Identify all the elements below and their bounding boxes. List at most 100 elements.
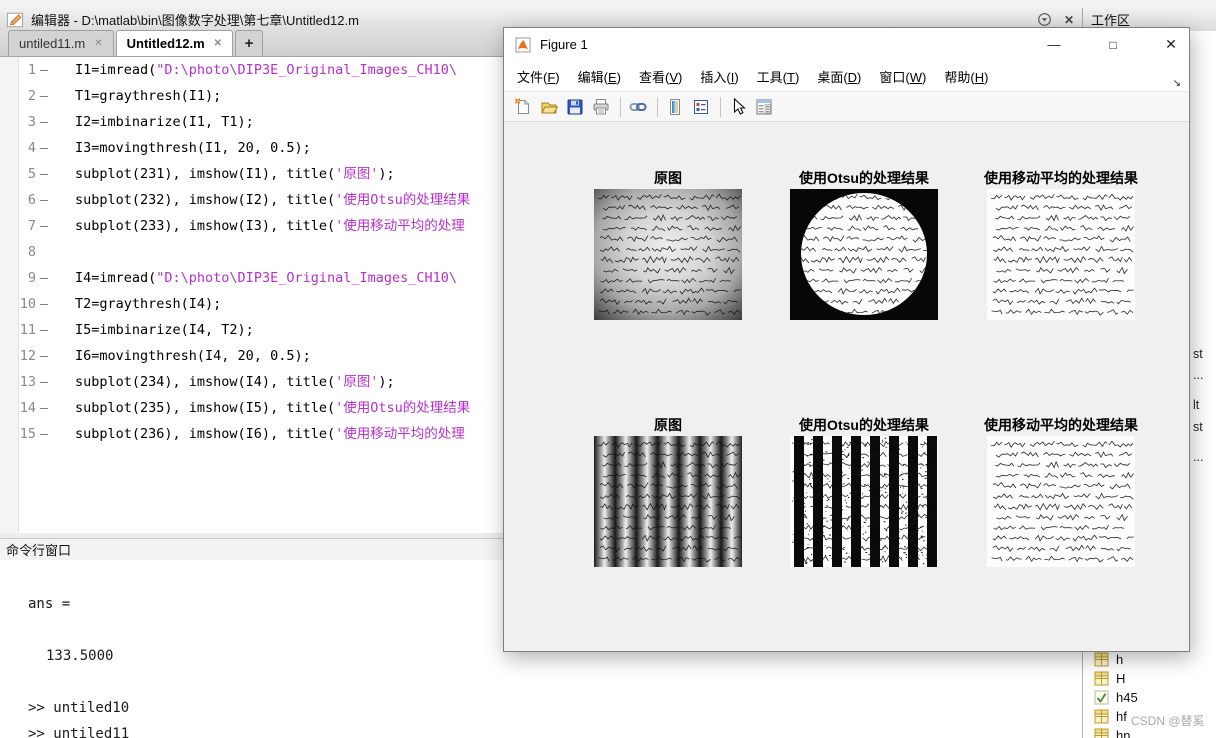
clipped-text-fragment: ... xyxy=(1193,368,1204,382)
line-dash: – xyxy=(39,114,49,130)
clipped-text-fragment: ... xyxy=(1193,450,1204,464)
subplot-title: 使用Otsu的处理结果 xyxy=(799,170,929,186)
menu-item-d[interactable]: 桌面(D) xyxy=(808,67,870,86)
new-figure-button[interactable] xyxy=(511,95,535,119)
code-text: subplot(231), imshow(I1), title('原图'); xyxy=(75,166,395,182)
line-dash: – xyxy=(39,166,49,182)
workspace-variable-row[interactable]: hf xyxy=(1083,707,1127,726)
line-dash: – xyxy=(39,400,49,416)
new-tab-button[interactable]: + xyxy=(235,30,264,56)
matrix-icon xyxy=(1094,652,1109,667)
figure-titlebar[interactable]: Figure 1 — □ ✕ xyxy=(504,28,1189,61)
menu-item-f[interactable]: 文件(F) xyxy=(508,67,569,86)
subplot-title: 原图 xyxy=(654,417,682,433)
subplot-1: 原图 xyxy=(594,168,742,320)
editor-tab-untiled11-m[interactable]: untiled11.m ✕ xyxy=(8,30,114,56)
close-button[interactable]: ✕ xyxy=(1154,28,1188,61)
code-line: 15– subplot(236), imshow(I6), title('使用移动… xyxy=(0,421,470,447)
tab-close-icon[interactable]: ✕ xyxy=(94,38,102,49)
editor-tab-Untitled12-m[interactable]: Untitled12.m ✕ xyxy=(115,30,234,56)
menu-item-w[interactable]: 窗口(W) xyxy=(870,67,935,86)
toolbar-separator xyxy=(720,96,721,117)
subplot-3: 使用移动平均的处理结果 xyxy=(984,168,1138,320)
clipped-text-fragment: st xyxy=(1193,420,1203,434)
property-inspector-button[interactable] xyxy=(752,95,776,119)
code-line: 14– subplot(235), imshow(I5), title('使用Ot… xyxy=(0,395,471,421)
new-figure-icon xyxy=(514,97,529,114)
insert-colorbar-icon xyxy=(670,98,680,115)
code-text: I6=movingthresh(I4, 20, 0.5); xyxy=(75,348,311,364)
code-text: I3=movingthresh(I1, 20, 0.5); xyxy=(75,140,311,156)
code-text: subplot(233), imshow(I3), title('使用移动平均的… xyxy=(75,218,465,234)
figure-menubar: 文件(F) 编辑(E) 查看(V) 插入(I) 工具(T) 桌面(D) 窗口(W) 帮助(H) xyxy=(504,61,1189,92)
maximize-button[interactable]: □ xyxy=(1096,28,1130,61)
open-file-button[interactable] xyxy=(537,95,561,119)
line-number: 3 xyxy=(27,114,36,130)
subplot-image-stripes xyxy=(594,436,742,567)
matlab-figure-icon xyxy=(515,37,531,53)
code-line: 12– I6=movingthresh(I4, 20, 0.5); xyxy=(0,343,470,369)
line-number: 5 xyxy=(27,166,36,182)
clipped-text-fragment: lt xyxy=(1193,398,1200,412)
print-figure-button[interactable] xyxy=(589,95,613,119)
tab-close-icon[interactable]: ✕ xyxy=(214,38,222,49)
workspace-variable-row[interactable]: h45 xyxy=(1083,688,1138,707)
code-line: 1– I1=imread("D:\photo\DIP3E_Original_Ima… xyxy=(0,57,470,83)
subplot-image-otsu xyxy=(790,189,938,320)
save-figure-icon xyxy=(567,99,583,114)
menu-item-i[interactable]: 插入(I) xyxy=(691,67,747,86)
save-figure-button[interactable] xyxy=(563,95,587,119)
tab-label: Untitled12.m xyxy=(126,36,205,51)
line-number: 2 xyxy=(27,88,36,104)
code-text: T2=graythresh(I4); xyxy=(75,296,222,312)
link-plot-button[interactable] xyxy=(626,95,650,119)
subplot-5: 使用Otsu的处理结果 xyxy=(790,415,938,567)
command-line: ans = xyxy=(28,596,71,612)
line-dash: – xyxy=(39,270,49,286)
menu-item-t[interactable]: 工具(T) xyxy=(748,67,809,86)
code-line: 6– subplot(232), imshow(I2), title('使用Ots… xyxy=(0,187,470,213)
workspace-variable-row[interactable]: hn xyxy=(1083,726,1130,738)
subplot-title: 原图 xyxy=(654,170,682,186)
line-number: 10 xyxy=(19,296,36,312)
command-line: >> untiled11 xyxy=(28,726,130,738)
toolbar-separator xyxy=(657,96,658,117)
minimize-button[interactable]: — xyxy=(1037,28,1071,61)
code-text: subplot(234), imshow(I4), title('原图'); xyxy=(75,374,395,390)
panel-close-icon[interactable]: ✕ xyxy=(1061,12,1077,28)
code-text: subplot(235), imshow(I5), title('使用Otsu的… xyxy=(75,400,471,416)
workspace-variable-row[interactable]: H xyxy=(1083,669,1125,688)
matrix-icon xyxy=(1094,709,1109,724)
checked-variable-icon xyxy=(1094,690,1109,705)
menu-item-h[interactable]: 帮助(H) xyxy=(935,67,997,86)
line-dash: – xyxy=(39,88,49,104)
csdn-watermark: CSDN @替奚 xyxy=(1131,714,1205,728)
code-text: I2=imbinarize(I1, T1); xyxy=(75,114,254,130)
subplot-title: 使用移动平均的处理结果 xyxy=(984,417,1138,433)
editor-title: 编辑器 - D:\matlab\bin\图像数字处理\第七章\Untitled1… xyxy=(31,13,359,28)
insert-colorbar-button[interactable] xyxy=(663,95,687,119)
insert-legend-button[interactable] xyxy=(689,95,713,119)
code-line: 9– I4=imread("D:\photo\DIP3E_Original_Ima… xyxy=(0,265,470,291)
code-line: 10– T2=graythresh(I4); xyxy=(0,291,470,317)
line-number: 13 xyxy=(19,374,36,390)
figure-window: Figure 1 — □ ✕ 文件(F) 编辑(E) 查看(V) 插入(I) 工具(T)… xyxy=(503,27,1190,652)
edit-plot-button[interactable] xyxy=(726,95,750,119)
figure-toolbar xyxy=(504,92,1189,122)
line-number: 7 xyxy=(27,218,36,234)
line-number: 14 xyxy=(19,400,36,416)
line-dash: – xyxy=(39,296,49,312)
menu-item-e[interactable]: 编辑(E) xyxy=(569,67,630,86)
insert-legend-icon xyxy=(694,99,708,114)
line-dash xyxy=(36,239,52,265)
subplot-image-plain xyxy=(987,436,1135,567)
variable-name: H xyxy=(1116,671,1126,686)
open-file-icon xyxy=(541,102,559,113)
line-dash: – xyxy=(39,322,49,338)
variable-name: hf xyxy=(1116,709,1127,724)
line-dash: – xyxy=(39,192,49,208)
line-dash: – xyxy=(39,374,49,390)
workspace-variable-row[interactable]: h xyxy=(1083,650,1123,669)
menu-item-v[interactable]: 查看(V) xyxy=(630,67,691,86)
panel-menu-icon[interactable] xyxy=(1036,12,1052,28)
